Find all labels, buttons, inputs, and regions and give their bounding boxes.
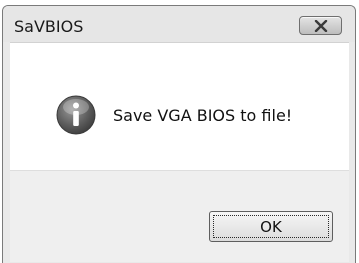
message-area: Save VGA BIOS to file! <box>10 43 349 170</box>
window-title: SaVBIOS <box>14 17 84 36</box>
message-text: Save VGA BIOS to file! <box>113 106 293 125</box>
ok-button[interactable]: OK <box>209 211 333 242</box>
message-dialog: SaVBIOS Save VGA BIOS to file! OK <box>2 5 356 263</box>
screen: SaVBIOS Save VGA BIOS to file! OK <box>0 0 359 263</box>
title-bar[interactable]: SaVBIOS <box>3 6 355 42</box>
dialog-body: Save VGA BIOS to file! OK <box>10 42 349 262</box>
close-icon <box>314 20 328 32</box>
button-strip: OK <box>10 170 349 262</box>
ok-button-label: OK <box>260 218 282 236</box>
close-button[interactable] <box>299 16 342 35</box>
info-icon <box>56 95 96 135</box>
